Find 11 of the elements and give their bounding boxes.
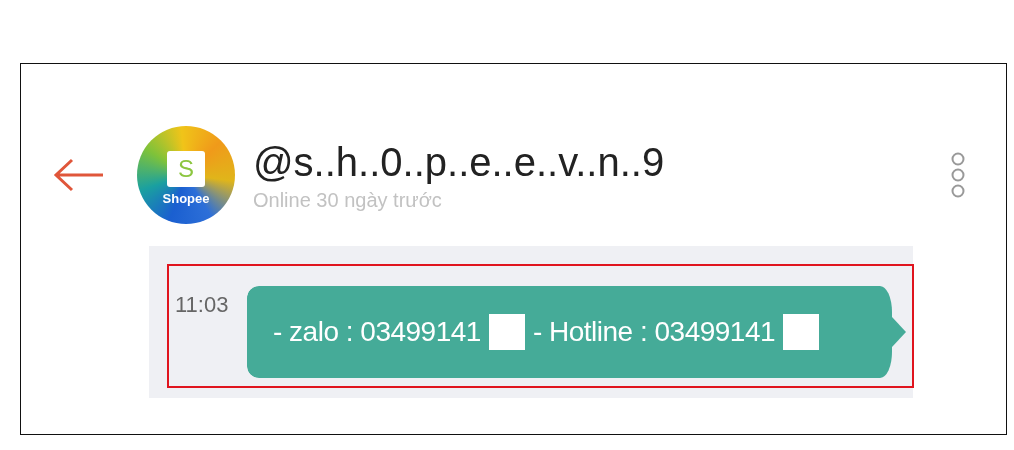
message-text: - Hotline : 03499141 (532, 316, 776, 348)
redaction-block (783, 314, 820, 350)
logo-letter: S (178, 156, 194, 181)
message-time: 11:03 (175, 292, 230, 318)
redaction-block (488, 314, 525, 350)
logo-text: Shopee (162, 190, 210, 206)
online-status: Online 30 ngày trước (253, 188, 443, 212)
message-text: - zalo : 03499141 (273, 316, 481, 348)
back-arrow-icon[interactable] (53, 158, 105, 192)
more-options-icon[interactable] (950, 151, 966, 199)
contact-name: @s..h..0..p..e..e..v..n..9 (253, 138, 666, 185)
